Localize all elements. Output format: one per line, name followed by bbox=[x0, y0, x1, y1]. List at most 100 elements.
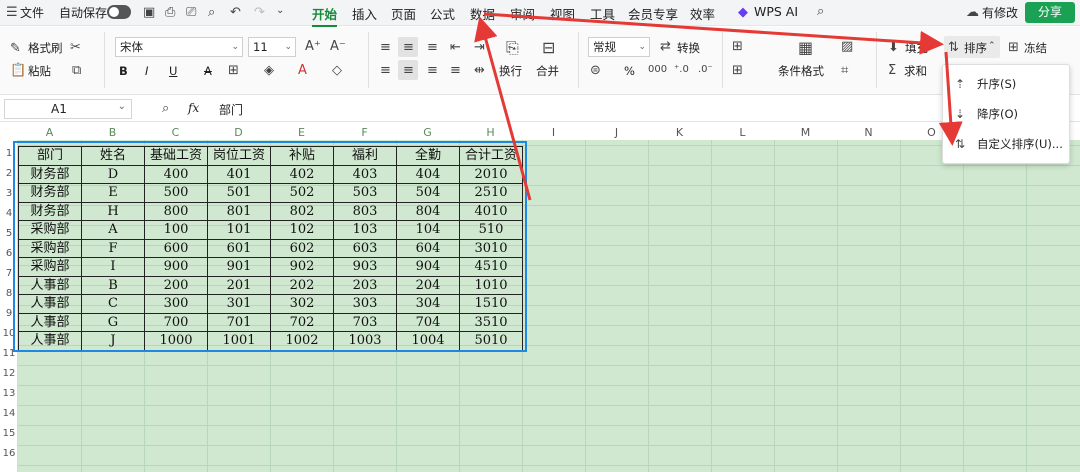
decimal-decrease-icon[interactable]: .0⁻ bbox=[698, 65, 713, 75]
tab-formula[interactable]: 公式 bbox=[430, 4, 455, 23]
row-header[interactable]: 14 bbox=[0, 406, 18, 422]
row-header[interactable]: 12 bbox=[0, 366, 18, 382]
tab-insert[interactable]: 插入 bbox=[352, 4, 377, 23]
cut-icon[interactable]: ✂ bbox=[70, 41, 81, 54]
row-header[interactable]: 15 bbox=[0, 426, 18, 442]
undo-icon[interactable]: ↶ bbox=[230, 6, 241, 19]
wps-ai-icon: ◆ bbox=[738, 5, 748, 20]
convert-button[interactable]: 转换 bbox=[677, 41, 700, 55]
font-name-select[interactable]: 宋体 ⌄ bbox=[115, 37, 243, 57]
file-menu[interactable]: 文件 bbox=[20, 4, 44, 21]
conditional-format-button[interactable]: 条件格式 bbox=[778, 64, 824, 78]
border-icon[interactable]: ⊞ bbox=[228, 64, 239, 77]
column-header-f[interactable]: F bbox=[333, 126, 396, 140]
font-color-icon[interactable]: A bbox=[298, 64, 307, 77]
print-preview-icon[interactable]: ⌕ bbox=[208, 6, 215, 19]
search-icon[interactable]: ⌕ bbox=[817, 5, 824, 18]
print-icon[interactable]: ⎚ bbox=[186, 6, 196, 19]
name-box[interactable]: A1 ⌄ bbox=[4, 99, 132, 119]
bold-button[interactable]: B bbox=[119, 64, 128, 78]
tab-efficiency[interactable]: 效率 bbox=[690, 4, 715, 23]
paste-button[interactable]: 粘贴 bbox=[28, 64, 51, 78]
sort-descending-item[interactable]: ⇣ 降序(O) bbox=[943, 103, 1071, 125]
tab-view[interactable]: 视图 bbox=[550, 4, 575, 23]
cell-format-icon[interactable]: ▨ bbox=[841, 40, 853, 53]
autosave-toggle[interactable] bbox=[107, 5, 131, 19]
fill-color-icon[interactable]: ◈ bbox=[264, 64, 274, 77]
wrap-text-button[interactable]: 换行 bbox=[499, 64, 522, 78]
zoom-icon[interactable]: ⌕ bbox=[162, 102, 169, 115]
column-header-e[interactable]: E bbox=[270, 126, 333, 140]
wps-ai-button[interactable]: WPS AI bbox=[754, 4, 798, 19]
chevron-up-icon[interactable]: ⌃ bbox=[988, 42, 996, 51]
column-header-m[interactable]: M bbox=[774, 126, 837, 140]
save-icon[interactable]: ▣ bbox=[143, 6, 155, 19]
sort-button[interactable]: 排序 bbox=[964, 41, 987, 55]
tab-tools[interactable]: 工具 bbox=[590, 4, 615, 23]
thousands-icon[interactable]: 000 bbox=[648, 65, 667, 75]
tab-member[interactable]: 会员专享 bbox=[628, 4, 678, 23]
export-pdf-icon[interactable]: ⎙ bbox=[165, 6, 175, 19]
clear-format-icon[interactable]: ◇ bbox=[332, 64, 342, 77]
fx-icon[interactable]: fx bbox=[188, 101, 199, 115]
column-header-i[interactable]: I bbox=[522, 126, 585, 140]
has-changes-status[interactable]: 有修改 bbox=[982, 4, 1018, 21]
fill-button[interactable]: 填充 bbox=[905, 41, 928, 55]
align-bottom-icon[interactable]: ≡ bbox=[427, 41, 438, 54]
chevron-down-icon: ⌄ bbox=[638, 42, 646, 52]
table-style-icon[interactable]: ⊞ bbox=[732, 64, 743, 77]
tab-review[interactable]: 审阅 bbox=[510, 4, 535, 23]
merge-cells-button[interactable]: 合并 bbox=[536, 64, 559, 78]
format-painter-button[interactable]: 格式刷 bbox=[28, 41, 63, 55]
formula-input[interactable]: 部门 bbox=[219, 101, 243, 118]
underline-button[interactable]: U bbox=[169, 64, 177, 78]
column-header-j[interactable]: J bbox=[585, 126, 648, 140]
tab-data[interactable]: 数据 bbox=[470, 4, 495, 23]
grid-line bbox=[774, 140, 775, 472]
tab-home[interactable]: 开始 bbox=[312, 4, 338, 27]
redo-icon[interactable]: ↷ bbox=[254, 6, 265, 19]
share-button[interactable]: 分享 bbox=[1025, 2, 1075, 23]
column-header-k[interactable]: K bbox=[648, 126, 711, 140]
grid-line bbox=[837, 140, 838, 472]
italic-button[interactable]: I bbox=[145, 64, 148, 78]
column-header-n[interactable]: N bbox=[837, 126, 900, 140]
font-shrink-icon[interactable]: A⁻ bbox=[330, 40, 346, 53]
hamburger-icon[interactable]: ☰ bbox=[6, 6, 18, 19]
chevron-down-icon: ⌄ bbox=[231, 42, 239, 52]
align-top-icon[interactable]: ≡ bbox=[380, 41, 391, 54]
crop-icon[interactable]: ⌗ bbox=[841, 64, 848, 77]
copy-icon[interactable]: ⧉ bbox=[72, 64, 81, 77]
currency-icon[interactable]: ⊜ bbox=[590, 64, 601, 77]
decimal-increase-icon[interactable]: ⁺.0 bbox=[674, 65, 689, 75]
column-header-d[interactable]: D bbox=[207, 126, 270, 140]
column-header-a[interactable]: A bbox=[18, 126, 81, 140]
custom-sort-item[interactable]: ⇅ 自定义排序(U)... bbox=[943, 133, 1071, 155]
grid-line bbox=[585, 140, 586, 472]
row-header[interactable]: 16 bbox=[0, 446, 18, 462]
sort-ascending-item[interactable]: ⇡ 升序(S) bbox=[943, 73, 1071, 95]
more-chevron-icon[interactable]: ⌄ bbox=[276, 6, 284, 16]
freeze-button[interactable]: 冻结 bbox=[1024, 41, 1047, 55]
strikethrough-button[interactable]: A bbox=[204, 64, 212, 78]
sum-button[interactable]: 求和 bbox=[904, 64, 927, 78]
justify-icon[interactable]: ≡ bbox=[450, 64, 461, 77]
row-header[interactable]: 13 bbox=[0, 386, 18, 402]
align-left-icon[interactable]: ≡ bbox=[380, 64, 391, 77]
column-header-l[interactable]: L bbox=[711, 126, 774, 140]
column-header-g[interactable]: G bbox=[396, 126, 459, 140]
align-right-icon[interactable]: ≡ bbox=[427, 64, 438, 77]
indent-increase-icon[interactable]: ⇥ bbox=[474, 41, 485, 54]
font-size-select[interactable]: 11 ⌄ bbox=[248, 37, 296, 57]
column-header-c[interactable]: C bbox=[144, 126, 207, 140]
column-header-h[interactable]: H bbox=[459, 126, 522, 140]
column-header-b[interactable]: B bbox=[81, 126, 144, 140]
percent-button[interactable]: % bbox=[624, 64, 635, 78]
tab-page[interactable]: 页面 bbox=[391, 4, 416, 23]
number-format-select[interactable]: 常规 ⌄ bbox=[588, 37, 650, 57]
chevron-down-icon: ⌄ bbox=[117, 101, 126, 112]
font-grow-icon[interactable]: A⁺ bbox=[305, 40, 321, 53]
cell-style-icon[interactable]: ⊞ bbox=[732, 40, 743, 53]
indent-decrease-icon[interactable]: ⇤ bbox=[450, 41, 461, 54]
distributed-icon[interactable]: ⇹ bbox=[474, 64, 485, 77]
